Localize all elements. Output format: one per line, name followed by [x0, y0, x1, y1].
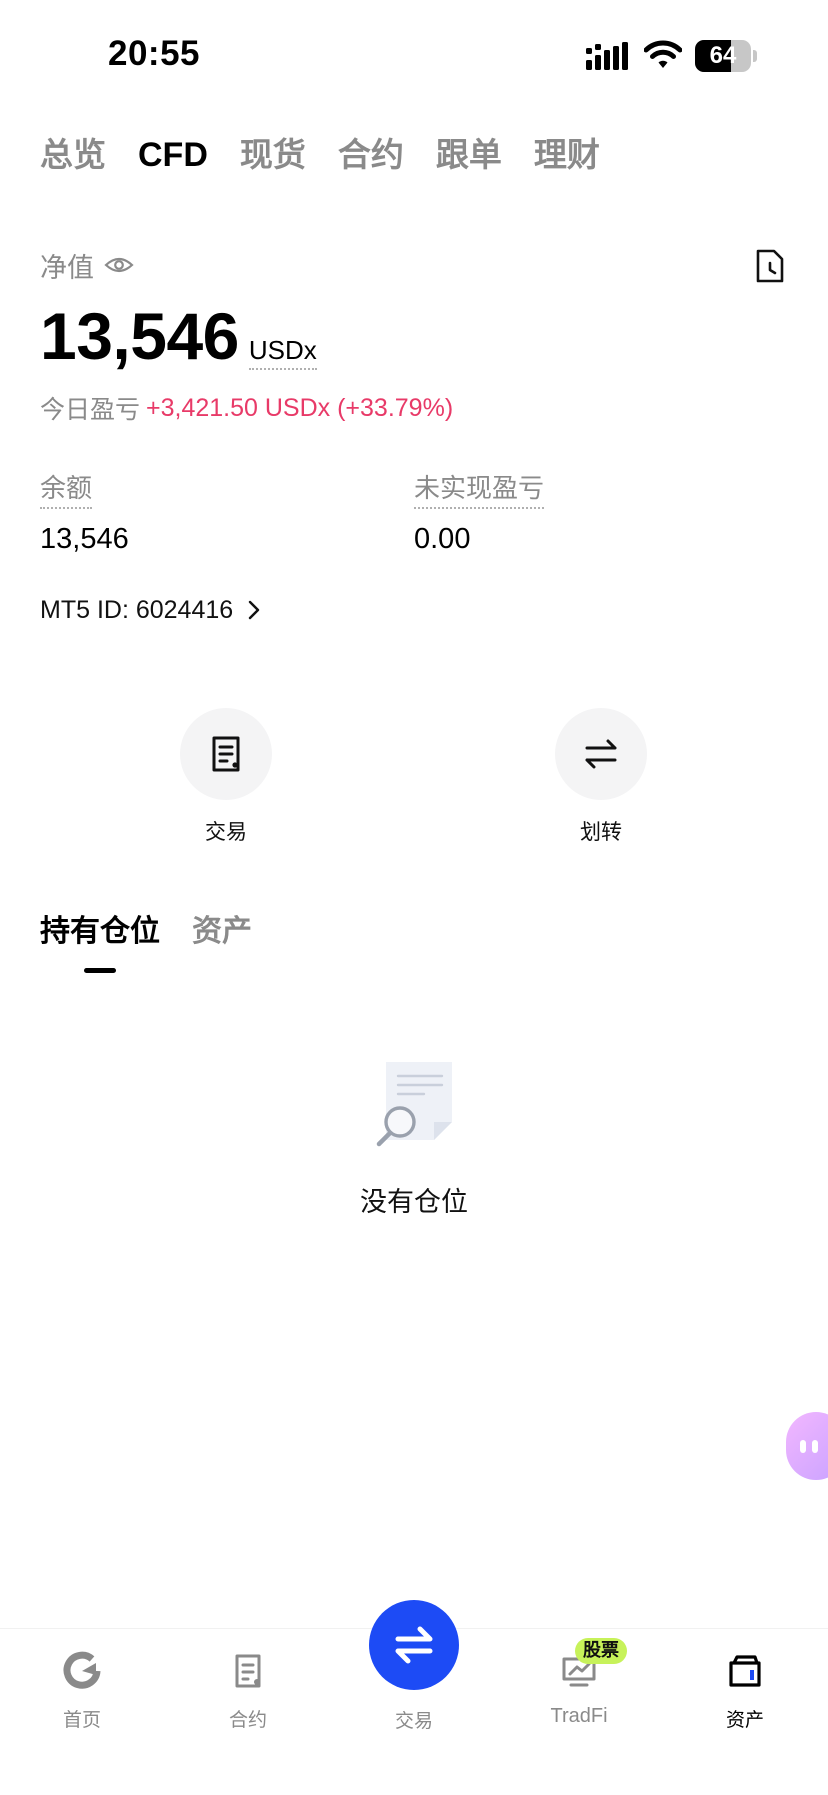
assistant-bubble[interactable]	[786, 1412, 828, 1480]
active-tab-indicator	[84, 968, 116, 973]
unrealized-pnl-label[interactable]: 未实现盈亏	[414, 468, 545, 509]
nav-trade-label: 交易	[394, 1710, 433, 1732]
chevron-right-icon	[248, 600, 260, 620]
transfer-arrows-icon	[585, 739, 617, 769]
transfer-action-button[interactable]: 划转	[541, 708, 661, 846]
tab-assets[interactable]: 资产	[192, 906, 252, 950]
balance-stat: 余额 13,546	[40, 468, 129, 556]
net-value-unit[interactable]: USDx	[248, 335, 317, 370]
trade-fab-button[interactable]	[369, 1600, 459, 1690]
trade-action-circle	[180, 708, 272, 800]
eye-icon[interactable]	[104, 255, 134, 275]
nav-assets[interactable]: 资产	[690, 1651, 800, 1732]
nav-assets-label: 资产	[725, 1709, 764, 1731]
nav-contract[interactable]: 合约	[193, 1651, 303, 1732]
nav-contract-label: 合约	[228, 1709, 267, 1731]
transfer-action-circle	[555, 708, 647, 800]
trade-doc-icon	[212, 736, 240, 772]
status-bar: 20:55 64	[0, 0, 828, 110]
mt5-id-link[interactable]: MT5 ID: 6024416	[40, 592, 261, 628]
transfer-action-label: 划转	[580, 820, 622, 844]
mt5-id-text: MT5 ID: 6024416	[40, 595, 234, 624]
nav-home-label: 首页	[62, 1709, 101, 1731]
tab-cfd[interactable]: CFD	[138, 130, 208, 180]
tab-futures[interactable]: 合约	[338, 130, 404, 180]
cellular-signal-icon	[586, 42, 628, 70]
today-pnl-row: 今日盈亏 +3,421.50 USDx (+33.79%)	[40, 390, 453, 426]
balance-value: 13,546	[40, 523, 129, 555]
battery-percent: 64	[709, 42, 737, 69]
net-value-amount: 13,546	[40, 299, 239, 373]
today-pnl-label: 今日盈亏	[40, 395, 141, 424]
empty-search-document-icon	[376, 1062, 452, 1147]
stocks-badge: 股票	[575, 1638, 627, 1664]
today-pnl-value: +3,421.50 USDx (+33.79%)	[146, 393, 454, 422]
net-value-row: 13,546 USDx	[40, 298, 317, 374]
net-value-label: 净值	[40, 252, 94, 284]
unrealized-pnl-stat: 未实现盈亏 0.00	[414, 468, 545, 556]
unrealized-pnl-value: 0.00	[414, 523, 471, 555]
tab-spot[interactable]: 现货	[240, 130, 306, 180]
account-type-tabs: 总览 CFD 现货 合约 跟单 理财	[40, 130, 632, 180]
trade-action-button[interactable]: 交易	[166, 708, 286, 846]
contract-icon	[235, 1654, 261, 1688]
balance-label[interactable]: 余额	[40, 468, 93, 509]
wallet-icon	[729, 1655, 761, 1687]
swap-icon	[395, 1626, 433, 1664]
trade-action-label: 交易	[205, 820, 247, 844]
battery-indicator: 64	[695, 40, 757, 72]
nav-home[interactable]: 首页	[27, 1651, 137, 1732]
position-tabs: 持有仓位 资产	[40, 906, 284, 950]
empty-positions-text: 没有仓位	[360, 1187, 468, 1218]
nav-tradfi-label: TradFi	[550, 1705, 608, 1727]
tab-open-positions[interactable]: 持有仓位	[40, 906, 160, 950]
tab-overview[interactable]: 总览	[40, 130, 106, 180]
wifi-icon	[644, 40, 682, 68]
tab-copy-trading[interactable]: 跟单	[436, 130, 502, 180]
tab-earn[interactable]: 理财	[534, 130, 600, 180]
history-record-icon[interactable]	[754, 248, 786, 284]
home-logo-icon	[63, 1651, 101, 1689]
status-time: 20:55	[108, 34, 201, 73]
net-value-header: 净值	[40, 245, 134, 285]
